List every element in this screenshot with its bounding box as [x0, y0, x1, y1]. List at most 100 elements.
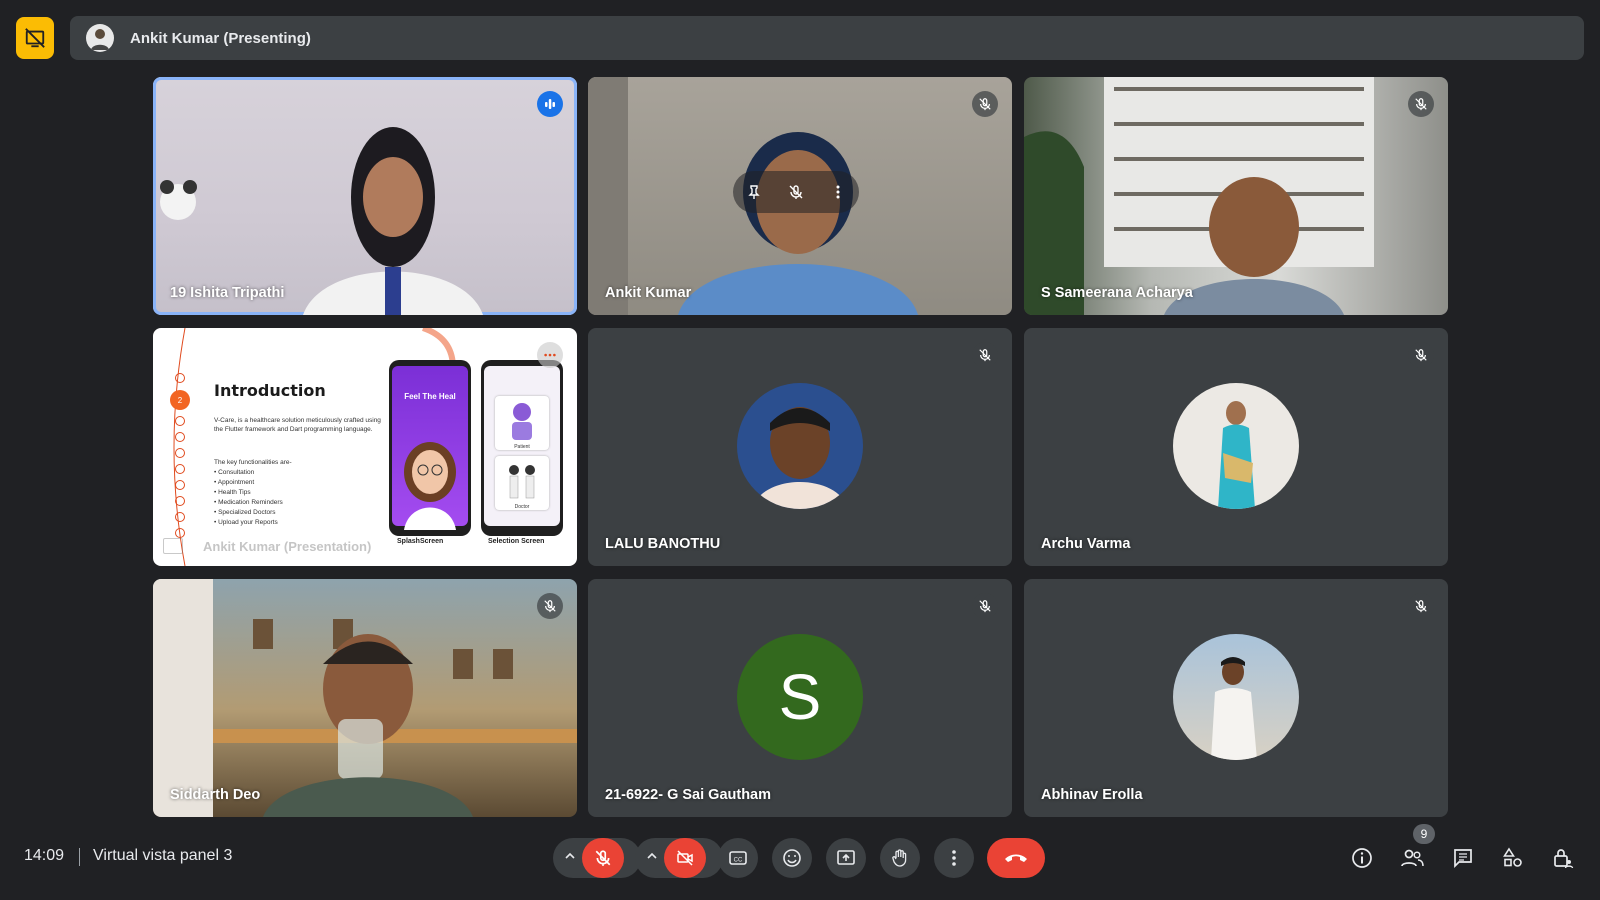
presenting-title: Ankit Kumar (Presenting) [130, 29, 311, 47]
slide-body: V-Care, is a healthcare solution meticul… [214, 417, 381, 433]
camera-toggle-button[interactable] [664, 838, 706, 878]
participant-name: Ankit Kumar (Presentation) [203, 539, 372, 554]
host-controls-button[interactable] [1547, 842, 1579, 874]
slide-step-marker [175, 480, 185, 490]
leave-call-button[interactable] [987, 838, 1045, 878]
participant-tile[interactable]: S 21-6922- G Sai Gautham [588, 579, 1012, 817]
phone-mockup-selection: Patient Doctor [481, 360, 563, 536]
camera-off-icon [677, 850, 693, 866]
reactions-button[interactable] [772, 838, 812, 878]
slide-list-intro: The key functionalities are- [214, 459, 292, 466]
mic-off-icon [972, 593, 998, 619]
slide-list: The key functionalities are- • Consultat… [214, 458, 384, 528]
presentation-tile[interactable]: 2 Introduction V-Care, is a healthcare s… [153, 328, 577, 566]
slide-step-marker [175, 464, 185, 474]
presentation-off-icon[interactable] [16, 17, 54, 59]
slide-step-marker [175, 528, 185, 538]
presentation-icon [163, 538, 183, 554]
participant-name: 21-6922- G Sai Gautham [605, 787, 772, 803]
avatar [1173, 634, 1299, 760]
participant-name: Abhinav Erolla [1041, 787, 1143, 803]
divider [79, 848, 80, 866]
video-feed [153, 579, 577, 817]
participant-tile[interactable]: S Sameerana Acharya [1024, 77, 1448, 315]
presenter-avatar [86, 24, 114, 52]
people-button[interactable] [1396, 842, 1428, 874]
meeting-details-button[interactable] [1346, 842, 1378, 874]
emoji-icon [783, 849, 801, 867]
participant-name: Siddarth Deo [170, 787, 261, 803]
participant-tile[interactable]: LALU BANOTHU [588, 328, 1012, 566]
raise-hand-button[interactable] [880, 838, 920, 878]
meeting-time: 14:09 [24, 847, 65, 864]
more-vert-icon [952, 850, 956, 866]
hang-up-icon [1005, 854, 1027, 862]
hand-icon [892, 849, 907, 867]
chat-icon [1454, 849, 1472, 869]
participant-tile[interactable]: Ankit Kumar [588, 77, 1012, 315]
present-now-button[interactable] [826, 838, 866, 878]
slide-step-marker [175, 496, 185, 506]
mic-off-icon [972, 342, 998, 368]
mic-off-icon [537, 593, 563, 619]
mic-off-icon [1408, 342, 1434, 368]
video-feed [160, 127, 483, 315]
microphone-control [553, 838, 641, 878]
participant-tile[interactable]: Siddarth Deo [153, 579, 577, 817]
slide-step-marker [175, 512, 185, 522]
phone-caption: Selection Screen [488, 538, 545, 545]
phone-caption: SplashScreen [397, 538, 444, 545]
activities-button[interactable] [1497, 842, 1529, 874]
avatar [1173, 383, 1299, 509]
participant-name: 19 Ishita Tripathi [170, 285, 285, 301]
lock-person-icon [1554, 849, 1574, 869]
presenting-banner[interactable]: Ankit Kumar (Presenting) [70, 16, 1584, 60]
present-screen-icon [837, 850, 855, 865]
slide-list-item: • Medication Reminders [214, 499, 283, 506]
slide-title: Introduction [214, 381, 326, 400]
chevron-up-icon[interactable] [645, 849, 659, 863]
role-label: Patient [514, 444, 530, 450]
participant-tile[interactable]: Archu Varma [1024, 328, 1448, 566]
more-options-icon[interactable] [830, 184, 846, 200]
avatar [737, 383, 863, 509]
people-icon [1401, 849, 1424, 867]
chevron-up-icon[interactable] [563, 849, 577, 863]
mic-off-icon [1408, 593, 1434, 619]
closed-captions-icon: CC [729, 851, 747, 865]
phone-mockup-splash: Feel The Heal [389, 360, 471, 536]
slide-step-marker [175, 373, 185, 383]
activities-icon [1503, 847, 1522, 867]
participant-name: Archu Varma [1041, 536, 1131, 552]
avatar: S [737, 634, 863, 760]
participants-count-badge: 9 [1413, 824, 1435, 844]
slide-list-item: • Health Tips [214, 489, 251, 496]
avatar-initial: S [778, 661, 822, 733]
slide-list-item: • Appointment [214, 479, 255, 486]
participant-tile[interactable]: 19 Ishita Tripathi [153, 77, 577, 315]
slide-list-item: • Consultation [214, 469, 255, 476]
slide-step-active: 2 [170, 390, 190, 410]
slide-step-marker [175, 448, 185, 458]
mute-participant-icon[interactable] [788, 184, 804, 200]
mic-toggle-button[interactable] [582, 838, 624, 878]
meeting-name: Virtual vista panel 3 [93, 847, 233, 864]
slide-step-marker [175, 416, 185, 426]
participant-name: LALU BANOTHU [605, 536, 721, 552]
slide-list-item: • Upload your Reports [214, 519, 278, 526]
speaking-indicator-icon [537, 91, 563, 117]
slide-step-marker [175, 432, 185, 442]
more-options-button[interactable] [934, 838, 974, 878]
chat-button[interactable] [1447, 842, 1479, 874]
video-feed [1024, 77, 1374, 315]
more-options-icon[interactable] [537, 342, 563, 368]
captions-button[interactable]: CC [718, 838, 758, 878]
participant-name: S Sameerana Acharya [1041, 285, 1193, 301]
participant-name: Ankit Kumar [605, 285, 692, 301]
tile-hover-controls [733, 171, 859, 213]
camera-control [635, 838, 723, 878]
pin-icon[interactable] [746, 184, 762, 200]
mic-off-icon [1408, 91, 1434, 117]
participant-tile[interactable]: Abhinav Erolla [1024, 579, 1448, 817]
cartoon-doctor-image [404, 442, 456, 530]
